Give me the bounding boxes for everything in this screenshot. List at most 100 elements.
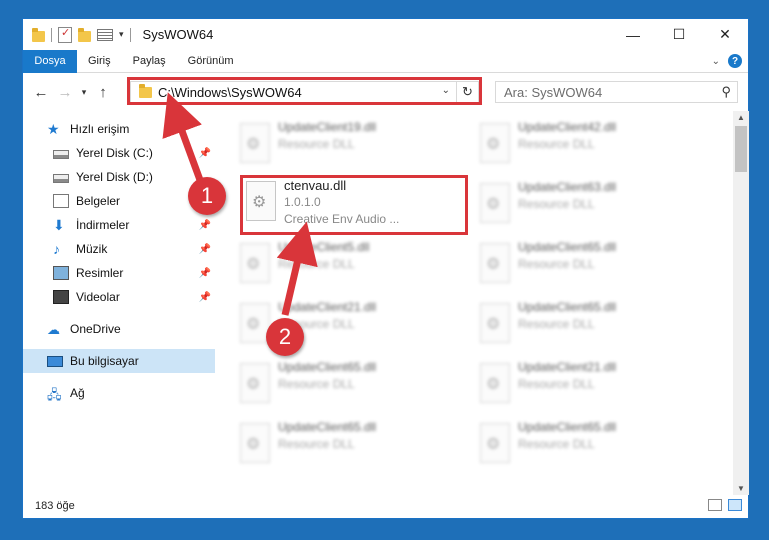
pictures-icon xyxy=(53,266,69,280)
close-button[interactable]: ✕ xyxy=(702,19,748,50)
tab-home[interactable]: Giriş xyxy=(77,55,122,67)
file-name: UpdateClient21.dll xyxy=(518,360,617,374)
divider xyxy=(129,27,131,42)
dll-file-icon xyxy=(480,243,510,283)
view-icon[interactable] xyxy=(97,28,113,41)
dll-file-icon xyxy=(480,183,510,223)
file-type: Resource DLL xyxy=(278,257,355,271)
pin-icon[interactable]: 📌 xyxy=(199,220,211,231)
sidebar-item-label: Ağ xyxy=(70,386,85,400)
pin-icon[interactable]: 📌 xyxy=(199,292,211,303)
music-icon: ♪ xyxy=(53,241,60,257)
status-bar: 183 öğe xyxy=(23,494,748,518)
address-bar-highlight xyxy=(127,77,482,105)
list-item[interactable]: UpdateClient65.dll Resource DLL xyxy=(476,419,704,471)
pin-icon[interactable]: 📌 xyxy=(199,268,211,279)
file-name: UpdateClient65.dll xyxy=(518,240,617,254)
navigation-pane: ★ Hızlı erişim Yerel Disk (C:) 📌 Yerel D… xyxy=(23,111,215,495)
list-item[interactable]: UpdateClient42.dll Resource DLL xyxy=(476,119,704,171)
divider xyxy=(51,27,52,42)
sidebar-item-onedrive[interactable]: ☁ OneDrive xyxy=(23,317,215,341)
sidebar-item-label: Belgeler xyxy=(76,194,121,208)
search-input[interactable]: Ara: SysWOW64 ⚲ xyxy=(495,81,738,103)
sidebar-item-network[interactable]: 🖧 Ağ xyxy=(23,381,215,405)
file-type: Resource DLL xyxy=(278,437,355,451)
videos-icon xyxy=(53,290,69,304)
file-type: Resource DLL xyxy=(518,317,595,331)
details-view-icon[interactable] xyxy=(708,499,722,511)
maximize-button[interactable]: ☐ xyxy=(656,19,702,50)
file-name: UpdateClient65.dll xyxy=(278,420,377,434)
window-title: SysWOW64 xyxy=(142,27,214,42)
file-list: UpdateClient19.dllResource DLL ctenvau.d… xyxy=(216,111,733,491)
folder-icon xyxy=(32,27,45,42)
up-button[interactable]: ↑ xyxy=(91,84,115,101)
title-bar: ▾ SysWOW64 — ☐ ✕ xyxy=(23,19,748,50)
list-item[interactable]: UpdateClient65.dll Resource DLL xyxy=(476,239,704,291)
expand-ribbon-icon[interactable]: ⌄ xyxy=(712,56,720,67)
dll-file-icon xyxy=(240,423,270,463)
tab-share[interactable]: Paylaş xyxy=(122,55,177,67)
file-name: UpdateClient5.dll xyxy=(278,240,370,254)
dll-file-icon xyxy=(480,303,510,343)
sidebar-item-pictures[interactable]: Resimler 📌 xyxy=(23,261,215,285)
cloud-icon: ☁ xyxy=(47,322,60,337)
list-item[interactable]: UpdateClient5.dll Resource DLL xyxy=(236,239,464,291)
sidebar-item-label: Videolar xyxy=(76,290,120,304)
file-name: UpdateClient19.dll xyxy=(278,120,377,134)
network-icon: 🖧 xyxy=(47,387,62,402)
pin-icon[interactable]: 📌 xyxy=(199,148,211,159)
sidebar-item-label: Bu bilgisayar xyxy=(70,354,139,368)
file-name: UpdateClient65.dll xyxy=(518,300,617,314)
vertical-scrollbar[interactable]: ▲ ▼ xyxy=(733,111,749,495)
sidebar-item-documents[interactable]: Belgeler 📌 xyxy=(23,189,215,213)
dll-file-icon xyxy=(480,363,510,403)
scroll-up-icon[interactable]: ▲ xyxy=(733,113,749,122)
dll-file-icon xyxy=(240,363,270,403)
help-icon[interactable]: ? xyxy=(728,54,742,68)
file-name: UpdateClient21.dll xyxy=(278,300,377,314)
sidebar-item-label: Müzik xyxy=(76,242,108,256)
computer-icon xyxy=(47,355,63,367)
forward-button[interactable]: → xyxy=(53,84,77,101)
sidebar-item-music[interactable]: ♪ Müzik 📌 xyxy=(23,237,215,261)
sidebar-item-downloads[interactable]: ⬇ İndirmeler 📌 xyxy=(23,213,215,237)
file-name: UpdateClient65.dll xyxy=(278,360,377,374)
step-marker-1: 1 xyxy=(188,177,226,215)
window-controls: — ☐ ✕ xyxy=(610,19,748,50)
list-item[interactable]: UpdateClient63.dll Resource DLL xyxy=(476,179,704,231)
list-item[interactable]: UpdateClient19.dll Resource DLL xyxy=(236,119,464,171)
properties-icon[interactable] xyxy=(58,26,72,43)
sidebar-item-this-pc[interactable]: Bu bilgisayar xyxy=(23,349,215,373)
back-button[interactable]: ← xyxy=(29,84,53,101)
sidebar-item-quick-access[interactable]: ★ Hızlı erişim xyxy=(23,117,215,141)
search-placeholder: Ara: SysWOW64 xyxy=(504,84,603,100)
list-item[interactable]: UpdateClient65.dll Resource DLL xyxy=(236,359,464,411)
sidebar-item-label: Yerel Disk (D:) xyxy=(76,170,153,184)
chevron-down-icon[interactable]: ▾ xyxy=(119,29,124,40)
minimize-button[interactable]: — xyxy=(610,19,656,50)
sidebar-item-label: İndirmeler xyxy=(76,218,130,232)
new-folder-icon[interactable] xyxy=(78,27,91,42)
tab-file[interactable]: Dosya xyxy=(23,49,77,73)
tab-view[interactable]: Görünüm xyxy=(177,55,245,67)
list-item[interactable]: UpdateClient65.dll Resource DLL xyxy=(476,299,704,351)
sidebar-item-local-disk-d[interactable]: Yerel Disk (D:) xyxy=(23,165,215,189)
drive-icon xyxy=(53,150,69,159)
ribbon-tabs: Dosya Giriş Paylaş Görünüm ⌄ ? xyxy=(23,49,748,73)
list-item[interactable]: UpdateClient21.dll Resource DLL xyxy=(476,359,704,411)
recent-locations-icon[interactable]: ▾ xyxy=(77,87,91,98)
tiles-view-icon[interactable] xyxy=(728,499,742,511)
pin-icon[interactable]: 📌 xyxy=(199,244,211,255)
file-type: Resource DLL xyxy=(518,137,595,151)
search-icon: ⚲ xyxy=(721,84,731,99)
list-item[interactable]: UpdateClient65.dll Resource DLL xyxy=(236,419,464,471)
file-type: Resource DLL xyxy=(518,257,595,271)
ribbon-right: ⌄ ? xyxy=(712,54,742,68)
sidebar-item-label: Yerel Disk (C:) xyxy=(76,146,153,160)
sidebar-item-local-disk-c[interactable]: Yerel Disk (C:) 📌 xyxy=(23,141,215,165)
scroll-down-icon[interactable]: ▼ xyxy=(733,484,749,493)
sidebar-item-videos[interactable]: Videolar 📌 xyxy=(23,285,215,309)
scrollbar-thumb[interactable] xyxy=(735,126,747,172)
dll-file-icon xyxy=(480,123,510,163)
